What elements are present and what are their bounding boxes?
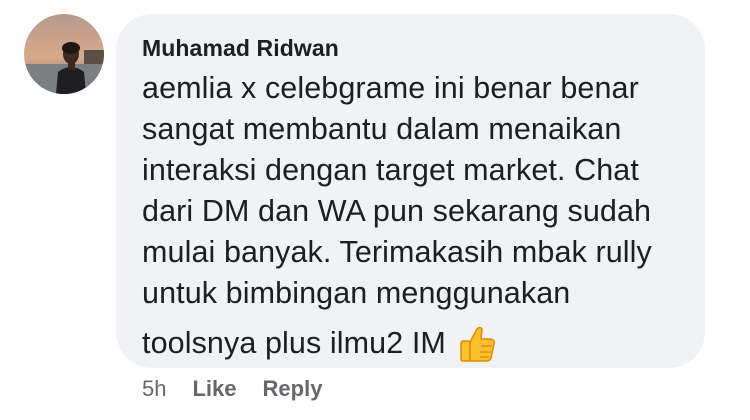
comment-timestamp[interactable]: 5h — [142, 376, 166, 402]
comment-line: aemlia x celebgrame ini benar benar — [142, 71, 639, 105]
comment-author[interactable]: Muhamad Ridwan — [142, 34, 685, 62]
comment-line: interaksi dengan target market. Chat — [142, 153, 639, 187]
comment-line: mulai banyak. Terimakasih mbak rully — [142, 235, 652, 269]
comment-line: dari DM dan WA pun sekarang sudah — [142, 194, 652, 228]
comment-actions: 5h Like Reply — [142, 374, 322, 404]
comment-line: toolsnya plus ilmu2 IM — [142, 325, 446, 360]
comment-bubble: Muhamad Ridwan aemlia x celebgrame ini b… — [116, 14, 705, 368]
comment-line: untuk bimbingan menggunakan — [142, 276, 571, 310]
comment-text: aemlia x celebgrame ini benar benar sang… — [142, 68, 685, 364]
like-button[interactable]: Like — [192, 376, 236, 402]
avatar-photo — [24, 14, 104, 94]
thumbs-up-icon — [456, 322, 498, 364]
avatar[interactable] — [24, 14, 104, 94]
reply-button[interactable]: Reply — [263, 376, 323, 402]
comment-line: sangat membantu dalam menaikan — [142, 112, 622, 146]
